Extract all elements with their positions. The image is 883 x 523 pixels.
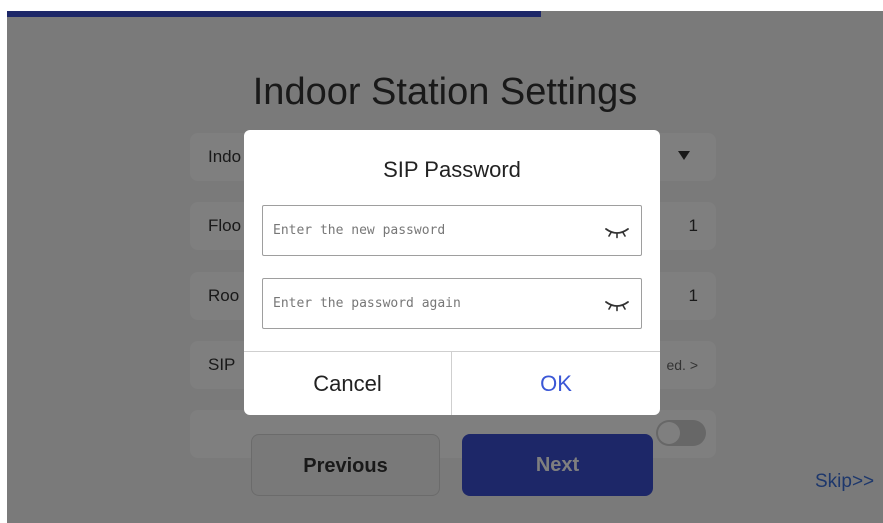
confirm-password-input[interactable] bbox=[263, 279, 593, 328]
new-password-input[interactable] bbox=[263, 206, 593, 255]
eye-closed-icon[interactable] bbox=[603, 221, 631, 241]
new-password-field bbox=[262, 205, 642, 256]
eye-closed-icon[interactable] bbox=[603, 294, 631, 314]
confirm-password-field bbox=[262, 278, 642, 329]
dialog-footer: Cancel OK bbox=[244, 351, 660, 415]
cancel-button[interactable]: Cancel bbox=[244, 352, 452, 415]
sip-password-dialog: SIP Password Cancel OK bbox=[244, 130, 660, 415]
dialog-title: SIP Password bbox=[383, 157, 521, 182]
ok-button[interactable]: OK bbox=[452, 352, 660, 415]
